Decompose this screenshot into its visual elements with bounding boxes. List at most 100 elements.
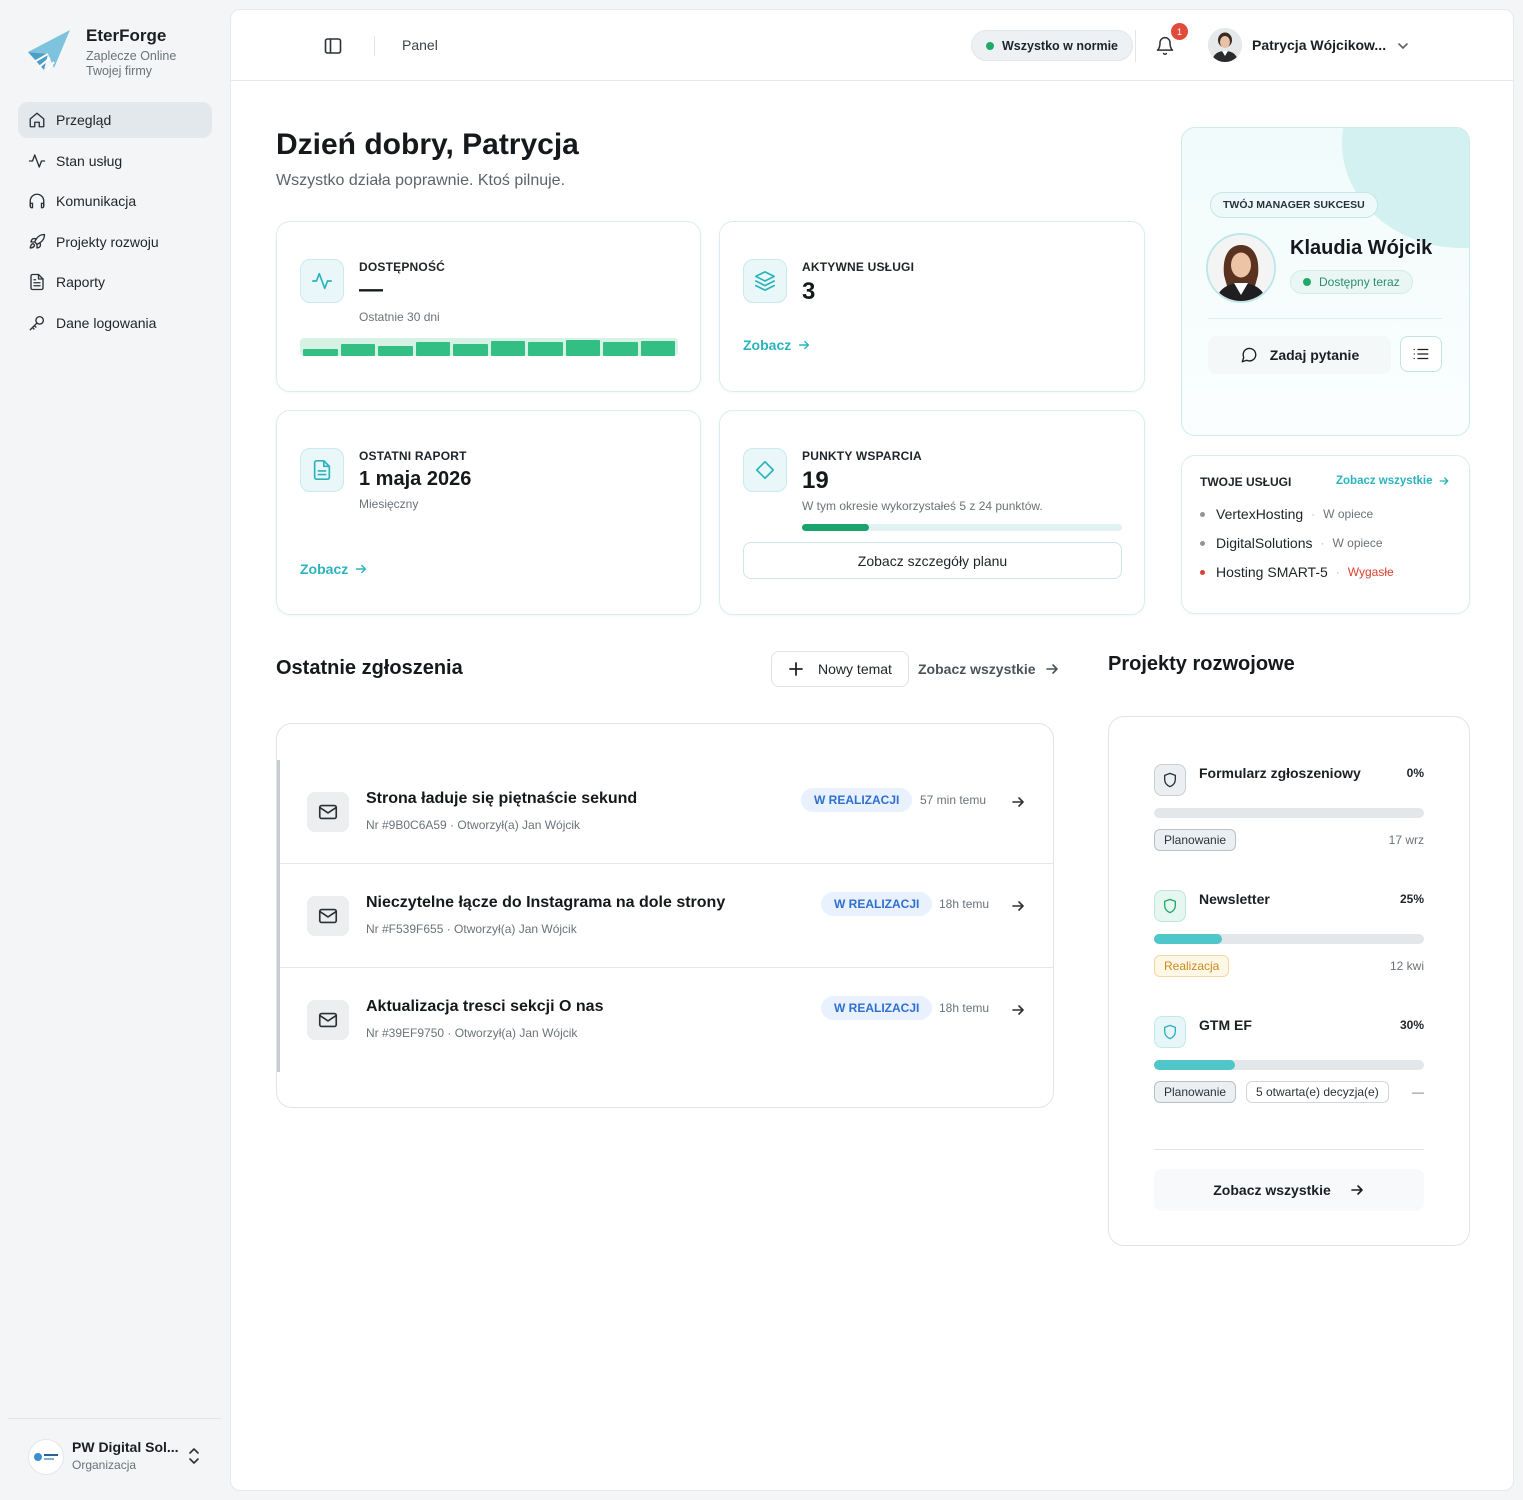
bell-icon[interactable] [1155,36,1175,56]
home-icon [29,112,45,128]
availability-chart [300,338,678,356]
service-name: Hosting SMART-5 [1216,564,1328,580]
arrow-right-icon[interactable] [1010,794,1026,810]
availability-card: DOSTĘPNOŚĆ — Ostatnie 30 dni [276,221,701,392]
active-services-link[interactable]: Zobacz [743,337,811,353]
projects-see-all-button[interactable]: Zobacz wszystkie [1154,1169,1424,1211]
user-photo [1208,28,1242,62]
ticket-row[interactable]: Aktualizacja tresci sekcji O nas Nr #39E… [280,968,1054,1072]
manager-photo [1208,235,1274,301]
sidebar-item-label: Projekty rozwoju [56,233,159,250]
ticket-status-badge: W REALIZACJI [821,996,933,1020]
availability-label: DOSTĘPNOŚĆ [359,260,446,274]
breadcrumb[interactable]: Panel [402,37,438,53]
availability-bar [565,340,600,356]
sidebar-item-stan-uslug[interactable]: Stan usług [18,143,212,179]
availability-bar [490,341,525,356]
service-state: W opiece [1323,507,1374,521]
ticket-time: 57 min temu [920,793,987,807]
sidebar-item-projekty-rozwoju[interactable]: Projekty rozwoju [18,224,212,260]
service-name: DigitalSolutions [1216,535,1313,551]
arrow-right-icon[interactable] [1010,898,1026,914]
decorative-blob [1342,128,1469,248]
user-name[interactable]: Patrycja Wójcikow... [1252,37,1386,53]
sidebar: EterForge Zaplecze Online Twojej firmy P… [0,0,230,1500]
your-services-see-all-link[interactable]: Zobacz wszystkie [1336,475,1450,487]
ticket-title: Aktualizacja tresci sekcji O nas [366,998,604,1015]
sidebar-item-komunikacja[interactable]: Komunikacja [18,183,212,219]
availability-value: — [359,276,383,303]
availability-bar [415,342,450,356]
brand[interactable]: EterForge Zaplecze Online Twojej firmy [24,24,176,79]
project-decisions-tag: 5 otwarta(e) decyzja(e) [1246,1081,1389,1103]
service-item[interactable]: DigitalSolutions · W opiece [1200,535,1383,551]
new-topic-button[interactable]: Nowy temat [771,651,909,687]
active-services-label: AKTYWNE USŁUGI [802,260,915,274]
chevron-down-icon[interactable] [1395,38,1411,54]
availability-period: Ostatnie 30 dni [359,310,440,324]
ticket-title: Strona ładuje się piętnaście sekund [366,790,638,807]
main-content: Panel Wszystko w normie 1 Patrycja Wójci… [230,9,1514,1491]
ticket-status-badge: W REALIZACJI [821,892,933,916]
headphones-icon [29,193,45,209]
ticket-title: Nieczytelne łącze do Instagrama na dole … [366,894,726,911]
arrow-right-icon [1439,477,1448,485]
org-name: PW Digital Sol... [72,1439,179,1455]
sidebar-item-label: Raporty [56,274,106,290]
sidebar-item-raporty[interactable]: Raporty [18,264,212,300]
your-services-card: TWOJE USŁUGI Zobacz wszystkie VertexHost… [1181,455,1470,614]
arrow-right-icon [1350,1185,1363,1195]
availability-bar [303,349,338,356]
sidebar-item-label: Przegląd [56,112,112,128]
org-avatar [28,1439,64,1475]
divider [374,36,375,56]
projects-card: Formularz zgłoszeniowy 0% Planowanie 17 … [1108,716,1470,1246]
sidebar-item-label: Stan usług [56,152,123,169]
arrow-right-icon[interactable] [1010,1002,1026,1018]
chevrons-up-down-icon [189,1448,199,1464]
last-report-date: 1 maja 2026 [359,468,472,490]
sidebar-nav: Przegląd Stan usług Komunikacja Projekty… [18,102,212,345]
arrow-right-icon [1045,664,1058,674]
shield-icon [1154,764,1186,796]
project-percent: 0% [1406,766,1424,780]
sidebar-item-przeglad[interactable]: Przegląd [18,102,212,138]
support-points-value: 19 [802,467,829,494]
manager-avatar [1206,233,1276,303]
manager-name: Klaudia Wójcik [1290,237,1433,259]
sidebar-item-dane-logowania[interactable]: Dane logowania [18,305,212,341]
service-status-dot [1200,540,1205,546]
message-circle-icon [1241,347,1257,363]
rocket-icon [29,233,46,249]
divider [1135,30,1136,62]
ticket-meta: Nr #39EF9750 · Otworzył(a) Jan Wójcik [366,1026,578,1040]
document-icon [300,448,344,492]
last-report-link[interactable]: Zobacz [300,561,368,577]
plus-icon [789,662,803,676]
system-status-badge[interactable]: Wszystko w normie [971,30,1133,61]
ask-question-button[interactable]: Zadaj pytanie [1208,336,1391,374]
service-state: W opiece [1332,536,1383,550]
plan-details-button[interactable]: Zobacz szczegóły planu [743,542,1122,579]
org-logo-icon [34,1453,58,1461]
project-name: Newsletter [1199,891,1270,907]
key-icon [29,315,45,330]
service-item[interactable]: VertexHosting · W opiece [1200,506,1373,522]
organization-switcher[interactable]: PW Digital Sol... Organizacja [8,1418,221,1500]
org-label: Organizacja [72,1458,137,1472]
last-report-card: OSTATNI RAPORT 1 maja 2026 Miesięczny Zo… [276,410,701,615]
success-manager-card: TWÓJ MANAGER SUKCESU Klaudia Wójcik Dost… [1181,127,1470,436]
ticket-row[interactable]: Nieczytelne łącze do Instagrama na dole … [280,864,1054,968]
tickets-see-all-link[interactable]: Zobacz wszystkie [918,661,1060,677]
service-item[interactable]: Hosting SMART-5 · Wygasłe [1200,564,1394,580]
ticket-row[interactable]: Strona ładuje się piętnaście sekund Nr #… [280,760,1054,864]
manager-menu-button[interactable] [1400,336,1442,372]
project-progress [1154,1060,1424,1070]
active-services-value: 3 [802,278,816,305]
user-avatar[interactable] [1208,28,1242,62]
project-status-tag: Planowanie [1154,1081,1237,1103]
arrow-right-icon [356,564,367,574]
project-status-tag: Planowanie [1154,829,1237,851]
sidebar-toggle-icon[interactable] [323,36,343,56]
sidebar-item-label: Komunikacja [56,193,137,209]
